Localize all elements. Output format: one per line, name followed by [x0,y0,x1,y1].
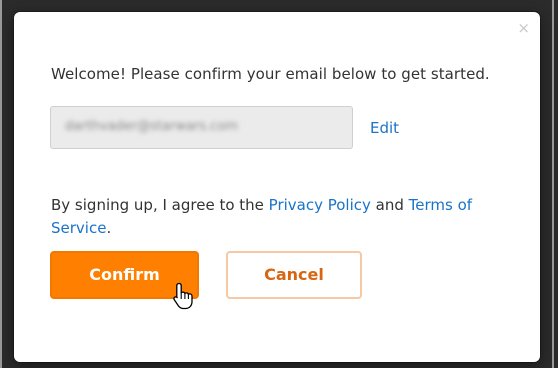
email-field[interactable]: darthvader@starwars.com [50,106,353,149]
email-value: darthvader@starwars.com [65,119,238,134]
window-edge-right [552,0,554,368]
window-edge-left [0,0,2,368]
background-frame: × Welcome! Please confirm your email bel… [0,0,558,368]
hand-pointer-cursor-icon [173,282,193,310]
terms-prefix: By signing up, I agree to the [51,196,269,214]
cancel-button[interactable]: Cancel [226,251,362,299]
terms-suffix: . [106,219,112,237]
terms-agreement-text: By signing up, I agree to the Privacy Po… [51,194,501,240]
edit-email-link[interactable]: Edit [370,119,399,137]
welcome-message: Welcome! Please confirm your email below… [51,65,490,83]
terms-middle: and [370,196,409,214]
privacy-policy-link[interactable]: Privacy Policy [269,196,371,214]
confirm-email-dialog: × Welcome! Please confirm your email bel… [14,12,540,362]
close-icon[interactable]: × [517,18,530,38]
